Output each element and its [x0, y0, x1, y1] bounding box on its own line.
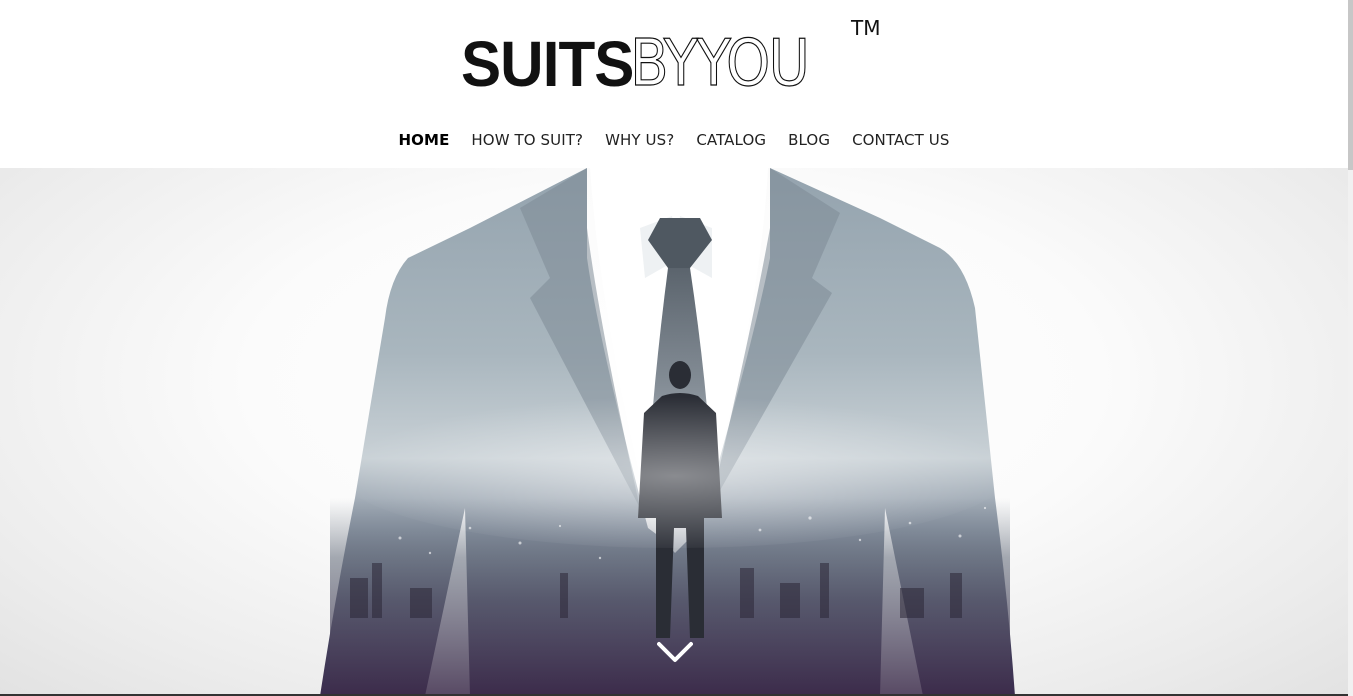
logo-bold-text: SUITS	[461, 28, 634, 100]
logo-light-text: BYYOU	[630, 27, 811, 101]
nav-item-why-us[interactable]: WHY US?	[605, 131, 674, 149]
scrollbar[interactable]	[1348, 0, 1353, 696]
hero-section	[0, 168, 1348, 696]
page: SUITSBYYOU TM HOME HOW TO SUIT? WHY US? …	[0, 0, 1353, 696]
nav-item-how-to-suit[interactable]: HOW TO SUIT?	[471, 131, 583, 149]
scrollbar-thumb[interactable]	[1348, 0, 1353, 170]
chevron-down-icon	[657, 642, 693, 662]
main-nav: HOME HOW TO SUIT? WHY US? CATALOG BLOG C…	[0, 131, 1348, 149]
site-header: SUITSBYYOU TM HOME HOW TO SUIT? WHY US? …	[0, 0, 1348, 168]
scroll-down-button[interactable]	[657, 640, 693, 664]
logo-trademark: TM	[851, 16, 881, 40]
nav-item-catalog[interactable]: CATALOG	[696, 131, 766, 149]
nav-item-blog[interactable]: BLOG	[788, 131, 830, 149]
logo[interactable]: SUITSBYYOU TM	[461, 18, 880, 97]
nav-item-home[interactable]: HOME	[399, 131, 450, 149]
hero-suit-image	[320, 168, 1015, 696]
nav-item-contact-us[interactable]: CONTACT US	[852, 131, 949, 149]
